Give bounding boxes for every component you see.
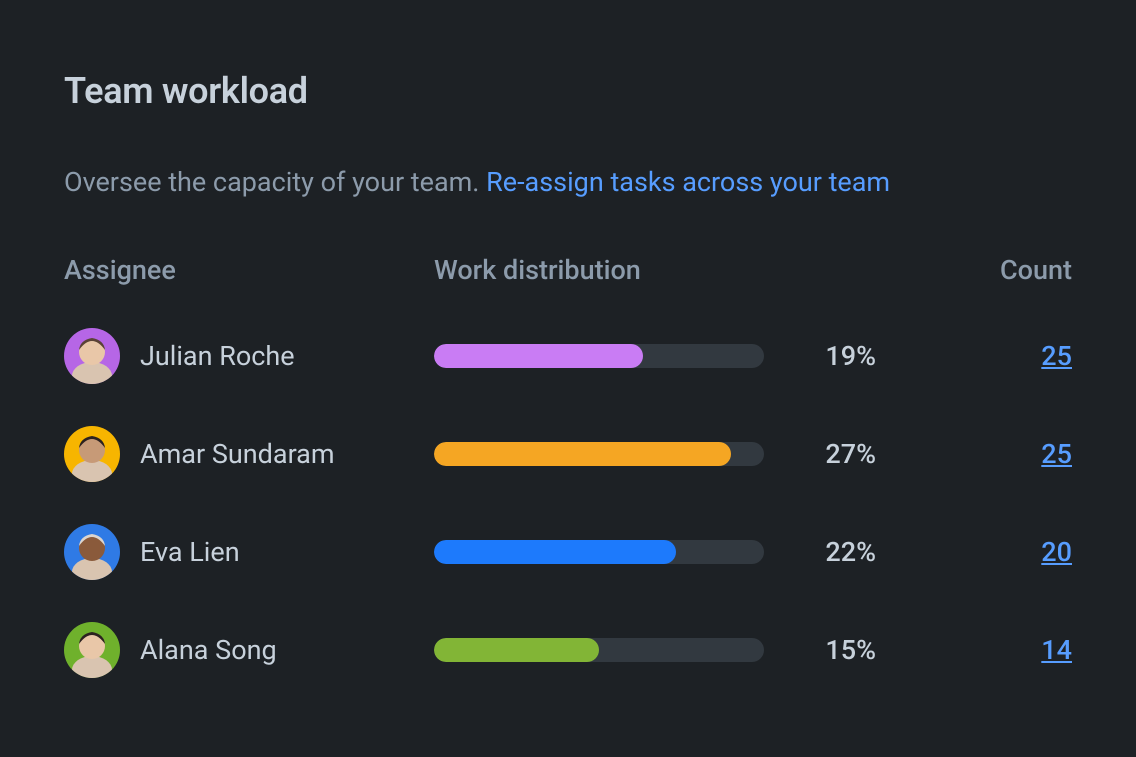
- work-bar-fill: [434, 540, 676, 564]
- work-percentage: 22%: [800, 536, 876, 568]
- assignee-name: Amar Sundaram: [140, 438, 335, 470]
- reassign-tasks-link[interactable]: Re-assign tasks across your team: [486, 166, 890, 198]
- work-cell: 22%: [434, 536, 942, 568]
- work-bar-track: [434, 540, 764, 564]
- assignee-name: Alana Song: [140, 634, 277, 666]
- work-cell: 19%: [434, 340, 942, 372]
- count-cell: 14: [942, 634, 1072, 666]
- count-cell: 20: [942, 536, 1072, 568]
- column-header-work: Work distribution: [434, 254, 942, 286]
- work-bar-fill: [434, 638, 599, 662]
- work-bar-track: [434, 442, 764, 466]
- table-header-row: Assignee Work distribution Count: [64, 254, 1072, 286]
- count-cell: 25: [942, 438, 1072, 470]
- workload-rows: Julian Roche 19% 25 Amar Sundaram 27% 25: [64, 328, 1072, 678]
- table-row: Eva Lien 22% 20: [64, 524, 1072, 580]
- page-subtitle: Oversee the capacity of your team. Re-as…: [64, 164, 1072, 200]
- count-link[interactable]: 14: [1041, 634, 1072, 666]
- avatar: [64, 328, 120, 384]
- work-bar-track: [434, 638, 764, 662]
- avatar: [64, 622, 120, 678]
- column-header-assignee: Assignee: [64, 254, 434, 286]
- table-row: Julian Roche 19% 25: [64, 328, 1072, 384]
- assignee-cell: Eva Lien: [64, 524, 434, 580]
- work-percentage: 19%: [800, 340, 876, 372]
- table-row: Alana Song 15% 14: [64, 622, 1072, 678]
- work-cell: 15%: [434, 634, 942, 666]
- work-percentage: 27%: [800, 438, 876, 470]
- avatar: [64, 524, 120, 580]
- team-workload-panel: Team workload Oversee the capacity of yo…: [0, 0, 1136, 757]
- table-row: Amar Sundaram 27% 25: [64, 426, 1072, 482]
- subtitle-text: Oversee the capacity of your team.: [64, 166, 486, 198]
- page-title: Team workload: [64, 70, 1072, 112]
- assignee-cell: Alana Song: [64, 622, 434, 678]
- assignee-cell: Amar Sundaram: [64, 426, 434, 482]
- count-link[interactable]: 20: [1041, 536, 1072, 568]
- assignee-name: Eva Lien: [140, 536, 240, 568]
- work-percentage: 15%: [800, 634, 876, 666]
- assignee-name: Julian Roche: [140, 340, 295, 372]
- avatar: [64, 426, 120, 482]
- count-link[interactable]: 25: [1041, 438, 1072, 470]
- work-bar-fill: [434, 442, 731, 466]
- count-link[interactable]: 25: [1041, 340, 1072, 372]
- assignee-cell: Julian Roche: [64, 328, 434, 384]
- work-bar-fill: [434, 344, 643, 368]
- work-bar-track: [434, 344, 764, 368]
- count-cell: 25: [942, 340, 1072, 372]
- column-header-count: Count: [942, 254, 1072, 286]
- work-cell: 27%: [434, 438, 942, 470]
